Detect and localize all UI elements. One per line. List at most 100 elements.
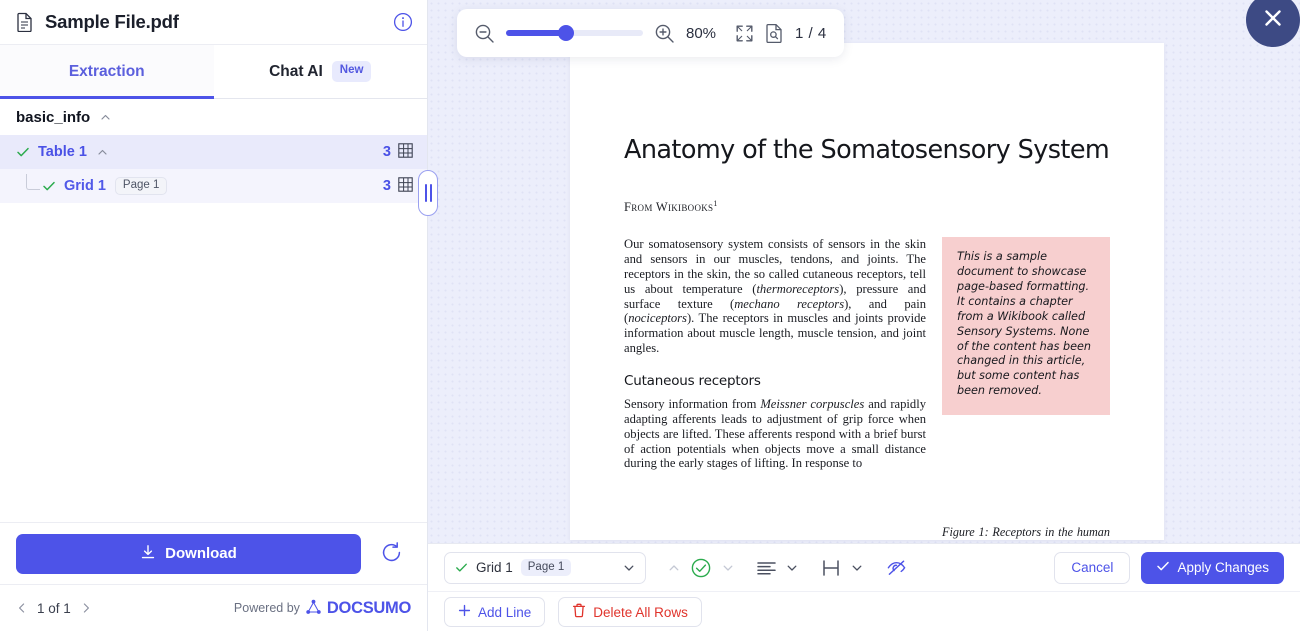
zoom-slider-knob[interactable] [558, 25, 574, 41]
table-grid-icon[interactable] [398, 142, 413, 162]
tree-group-label: basic_info [16, 108, 91, 126]
tree-row-table-1[interactable]: Table 1 3 [0, 135, 427, 169]
chevron-up-icon[interactable] [99, 111, 112, 124]
footnote-marker: 1 [713, 199, 718, 208]
next-page-icon[interactable] [80, 602, 92, 614]
table-editor-toolbar: Grid 1 Page 1 Cancel Apply Changes Add L… [428, 543, 1300, 631]
table-grid-icon[interactable] [398, 176, 413, 196]
hide-preview-eye-off-icon[interactable] [883, 555, 910, 580]
tree-row-grid-1[interactable]: Grid 1 Page 1 3 [0, 169, 427, 203]
grid-select-label: Grid 1 [476, 560, 513, 575]
extraction-tree: basic_info Table 1 3 Grid 1 Page 1 3 [0, 99, 427, 522]
sidebar-resize-handle[interactable] [418, 170, 438, 216]
tree-row-label: Grid 1 [64, 178, 106, 194]
cancel-button[interactable]: Cancel [1054, 551, 1131, 584]
sample-document-callout: This is a sample document to showcase pa… [942, 237, 1110, 416]
tree-connector [26, 174, 40, 190]
download-button-label: Download [165, 545, 237, 562]
paragraph-2-italic-1: Meissner corpuscles [760, 397, 865, 412]
check-icon [16, 145, 30, 159]
add-line-button[interactable]: Add Line [444, 597, 546, 627]
download-icon [140, 544, 156, 564]
document-byline: From Wikibooks1 [624, 199, 1110, 215]
row-lines-icon[interactable] [754, 557, 779, 579]
file-title: Sample File.pdf [45, 11, 179, 32]
download-button[interactable]: Download [16, 533, 361, 574]
grid-select-dropdown[interactable]: Grid 1 Page 1 [444, 551, 646, 584]
tree-row-count: 3 [382, 144, 391, 160]
fullscreen-icon[interactable] [735, 24, 754, 43]
apply-changes-button[interactable]: Apply Changes [1141, 551, 1284, 584]
info-icon[interactable] [393, 12, 413, 32]
tree-row-meta: 3 [382, 142, 413, 162]
tree-row-page-badge: Page 1 [114, 176, 168, 196]
chevron-down-icon[interactable] [782, 558, 802, 578]
trash-icon [572, 603, 586, 621]
editor-toolbar-row-secondary: Add Line Delete All Rows [428, 592, 1300, 631]
new-badge: New [331, 61, 372, 82]
delete-all-rows-label: Delete All Rows [593, 604, 688, 620]
editor-toolbar-row-primary: Grid 1 Page 1 Cancel Apply Changes [428, 544, 1300, 592]
paragraph-1: Our somatosensory system consists of sen… [624, 237, 926, 356]
tab-extraction-label: Extraction [68, 62, 145, 80]
pagination: 1 of 1 [16, 601, 92, 616]
check-icon [42, 179, 56, 193]
page-search-icon[interactable] [765, 23, 784, 43]
delete-all-rows-button[interactable]: Delete All Rows [558, 597, 702, 627]
pagination-label: 1 of 1 [37, 600, 71, 616]
document-column-right: This is a sample document to showcase pa… [942, 237, 1110, 540]
tree-row-label: Table 1 [38, 144, 87, 160]
tree-row-count: 3 [382, 178, 391, 194]
tab-extraction[interactable]: Extraction [0, 45, 214, 99]
pdf-page[interactable]: Anatomy of the Somatosensory System From… [570, 43, 1164, 540]
prev-page-icon[interactable] [16, 602, 28, 614]
check-icon [455, 561, 468, 574]
file-document-icon [16, 12, 34, 33]
tree-group-basic-info[interactable]: basic_info [0, 99, 427, 135]
pdf-zoom-toolbar: 80% 1 / 4 [457, 9, 844, 57]
docsumo-wordmark: DOCSUMO [326, 598, 411, 617]
column-width-icon[interactable] [818, 556, 844, 580]
move-up-icon[interactable] [664, 558, 684, 578]
close-icon [1261, 6, 1285, 35]
left-panel-actions: Download [0, 522, 427, 584]
figure-caption: Figure 1: Receptors in the human skin: M… [942, 525, 1110, 540]
zoom-slider[interactable] [506, 25, 643, 41]
paragraph-1-italic-2: mechano receptors [734, 296, 845, 311]
document-title: Anatomy of the Somatosensory System [624, 135, 1110, 165]
paragraph-1-italic-1: thermoreceptors [756, 281, 840, 296]
section-heading: Cutaneous receptors [624, 373, 761, 390]
grid-select-page-badge: Page 1 [520, 558, 572, 577]
check-icon [1156, 559, 1170, 576]
app-root: Sample File.pdf Extraction Chat AI New b… [0, 0, 1300, 631]
powered-by: Powered by DOCSUMO [234, 599, 411, 618]
move-down-icon[interactable] [718, 558, 738, 578]
tab-chat-ai-label: Chat AI [269, 62, 323, 80]
plus-icon [458, 604, 471, 620]
accept-all-icon[interactable] [687, 554, 715, 582]
add-line-label: Add Line [478, 604, 532, 620]
powered-by-label: Powered by [233, 601, 300, 615]
refresh-button[interactable] [371, 534, 411, 574]
zoom-level-label: 80% [686, 24, 717, 42]
panel-tabs: Extraction Chat AI New [0, 45, 427, 99]
docsumo-logo-icon [306, 599, 321, 618]
chevron-down-icon[interactable] [622, 561, 636, 575]
tab-chat-ai[interactable]: Chat AI New [213, 45, 427, 98]
tree-row-meta: 3 [382, 176, 413, 196]
left-panel-footer: 1 of 1 Powered by DOCSUMO [0, 584, 427, 631]
zoom-out-icon[interactable] [474, 23, 495, 44]
chevron-up-icon[interactable] [96, 146, 109, 159]
document-column-left: Our somatosensory system consists of sen… [624, 237, 926, 540]
page-indicator: 1 / 4 [795, 24, 827, 42]
chevron-down-icon[interactable] [847, 558, 867, 578]
paragraph-2-part-a: Sensory information from [624, 397, 761, 412]
document-columns: Our somatosensory system consists of sen… [624, 237, 1110, 540]
editor-tools [664, 554, 910, 582]
pdf-page-content: Anatomy of the Somatosensory System From… [570, 135, 1164, 540]
paragraph-2: Sensory information from Meissner corpus… [624, 397, 926, 471]
paragraph-1-italic-3: nociceptors [628, 311, 687, 326]
editor-actions: Cancel Apply Changes [1054, 551, 1284, 584]
zoom-in-icon[interactable] [654, 23, 675, 44]
apply-changes-label: Apply Changes [1177, 560, 1269, 575]
